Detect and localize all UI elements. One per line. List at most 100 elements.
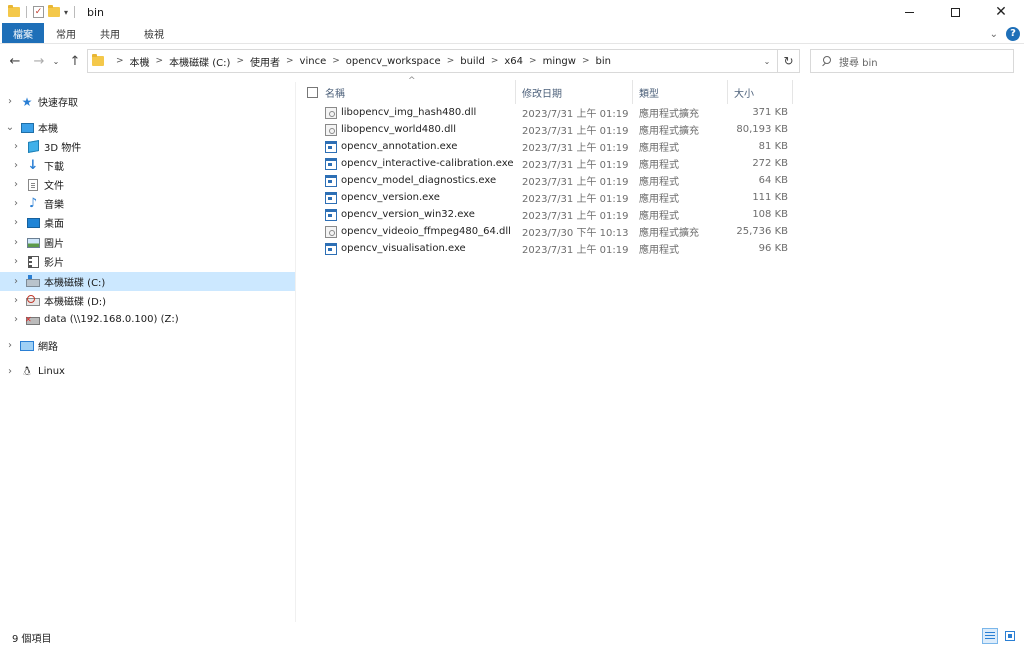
details-view-button[interactable] [982,628,998,644]
expand-chevron-icon[interactable]: › [10,237,22,248]
tab-home[interactable]: 常用 [44,23,88,43]
dll-file-icon [325,106,337,119]
nav-item-network-drive-z[interactable]: › data (\\192.168.0.100) (Z:) [0,310,295,329]
properties-icon[interactable]: ✓ [33,6,44,18]
expand-chevron-icon[interactable]: › [10,256,22,267]
file-name-cell: opencv_annotation.exe [325,138,515,155]
column-header-date[interactable]: 修改日期 [516,80,633,104]
up-button[interactable]: ↑ [66,52,84,70]
address-dropdown-button[interactable]: ⌄ [760,50,774,72]
nav-item-this-pc[interactable]: ⌄ 本機 [0,118,295,137]
column-header-type[interactable]: 類型 [633,80,728,104]
address-bar[interactable]: > 本機 > 本機磁碟 (C:) > 使用者 > vince > opencv_… [87,49,800,73]
file-type: 應用程式 [639,143,679,154]
file-date: 2023/7/31 上午 01:19 [522,177,629,188]
breadcrumb-separator[interactable]: > [286,56,294,66]
collapse-chevron-icon[interactable]: ⌄ [4,122,16,133]
breadcrumb-separator[interactable]: > [529,56,537,66]
nav-item-network[interactable]: › 網路 [0,336,295,355]
nav-item-label: 快速存取 [38,98,78,109]
breadcrumb-build[interactable]: build [460,56,485,67]
breadcrumb-mingw[interactable]: mingw [543,56,576,67]
breadcrumb-separator[interactable]: > [156,56,164,66]
minimize-button[interactable] [886,0,932,24]
table-row[interactable]: opencv_version_win32.exe 2023/7/31 上午 01… [297,206,797,223]
breadcrumb-separator[interactable]: > [332,56,340,66]
expand-chevron-icon[interactable]: › [10,217,22,228]
refresh-button[interactable]: ↻ [777,50,799,72]
expand-chevron-icon[interactable]: › [10,276,22,287]
nav-item-downloads[interactable]: › ↓ 下載 [0,156,295,175]
nav-item-desktop[interactable]: › 桌面 [0,213,295,232]
drive-d-icon [26,294,40,307]
table-row[interactable]: libopencv_world480.dll 2023/7/31 上午 01:1… [297,121,797,138]
file-type: 應用程式 [639,245,679,256]
tab-file[interactable]: 檔案 [2,23,44,43]
customize-toolbar-icon[interactable]: ▾ [64,8,68,17]
nav-item-quick-access[interactable]: › ★ 快速存取 [0,92,295,111]
forward-button[interactable]: → [30,52,48,70]
nav-item-videos[interactable]: › 影片 [0,252,295,271]
nav-item-linux[interactable]: › 🐧︎ Linux [0,362,295,381]
breadcrumb-bin[interactable]: bin [596,56,611,67]
file-size: 25,736 KB [736,226,788,237]
tab-view[interactable]: 檢視 [132,23,176,43]
linux-icon: 🐧︎ [23,363,31,378]
breadcrumb-x64[interactable]: x64 [504,56,523,67]
search-placeholder: 搜尋 bin [839,57,878,69]
expand-chevron-icon[interactable]: › [10,295,22,306]
expand-chevron-icon[interactable]: › [10,160,22,171]
table-row[interactable]: opencv_interactive-calibration.exe 2023/… [297,155,797,172]
breadcrumb-this-pc[interactable]: 本機 [130,54,150,69]
table-row[interactable]: opencv_annotation.exe 2023/7/31 上午 01:19… [297,138,797,155]
table-row[interactable]: opencv_model_diagnostics.exe 2023/7/31 上… [297,172,797,189]
breadcrumb-separator: > [116,56,124,66]
column-header-size[interactable]: 大小 [728,80,793,104]
breadcrumb-separator[interactable]: > [447,56,455,66]
nav-item-label: 網路 [38,342,58,353]
select-all-checkbox[interactable] [307,87,318,98]
search-input[interactable]: 搜尋 bin [810,49,1014,73]
help-icon[interactable]: ? [1006,27,1020,41]
expand-chevron-icon[interactable]: › [4,366,16,377]
back-button[interactable]: ← [6,52,24,70]
recent-locations-button[interactable]: ⌄ [50,52,62,70]
breadcrumb-opencv-workspace[interactable]: opencv_workspace [346,56,441,67]
breadcrumb-separator[interactable]: > [236,56,244,66]
expand-chevron-icon[interactable]: › [10,198,22,209]
maximize-button[interactable] [932,0,978,24]
nav-item-label: 本機磁碟 (C:) [44,278,106,289]
expand-chevron-icon[interactable]: › [4,340,16,351]
new-folder-icon[interactable] [48,5,60,17]
table-row[interactable]: opencv_version.exe 2023/7/31 上午 01:19 應用… [297,189,797,206]
nav-item-drive-c[interactable]: › 本機磁碟 (C:) [0,272,295,291]
file-name-cell: opencv_version_win32.exe [325,206,515,223]
chevron-down-icon[interactable]: ⌄ [990,29,998,40]
expand-chevron-icon[interactable]: › [10,314,22,325]
nav-item-pictures[interactable]: › 圖片 [0,233,295,252]
breadcrumb-separator[interactable]: > [491,56,499,66]
breadcrumb-separator[interactable]: > [582,56,590,66]
nav-item-documents[interactable]: › 文件 [0,175,295,194]
nav-item-drive-d[interactable]: › 本機磁碟 (D:) [0,291,295,310]
window-title: bin [87,5,105,19]
expand-chevron-icon[interactable]: › [10,141,22,152]
nav-item-music[interactable]: › ♪ 音樂 [0,194,295,213]
breadcrumb-users[interactable]: 使用者 [250,54,280,69]
breadcrumb-drive-c[interactable]: 本機磁碟 (C:) [169,54,230,69]
network-icon [20,339,34,352]
nav-item-3d-objects[interactable]: › 3D 物件 [0,137,295,156]
close-button[interactable]: ✕ [978,0,1024,24]
view-toggle-group [982,628,1018,644]
tab-share[interactable]: 共用 [88,23,132,43]
column-header-name[interactable]: 名稱 [319,80,516,104]
table-row[interactable]: opencv_videoio_ffmpeg480_64.dll 2023/7/3… [297,223,797,240]
table-row[interactable]: libopencv_img_hash480.dll 2023/7/31 上午 0… [297,104,797,121]
table-row[interactable]: opencv_visualisation.exe 2023/7/31 上午 01… [297,240,797,257]
expand-chevron-icon[interactable]: › [4,96,16,107]
file-list-pane: ^ 名稱 修改日期 類型 大小 libopencv_img_hash480.dl… [297,76,1024,622]
ribbon-tabs: 檔案 常用 共用 檢視 ⌄ ? [0,23,1024,44]
large-icons-view-button[interactable] [1002,628,1018,644]
breadcrumb-vince[interactable]: vince [300,56,327,67]
expand-chevron-icon[interactable]: › [10,179,22,190]
